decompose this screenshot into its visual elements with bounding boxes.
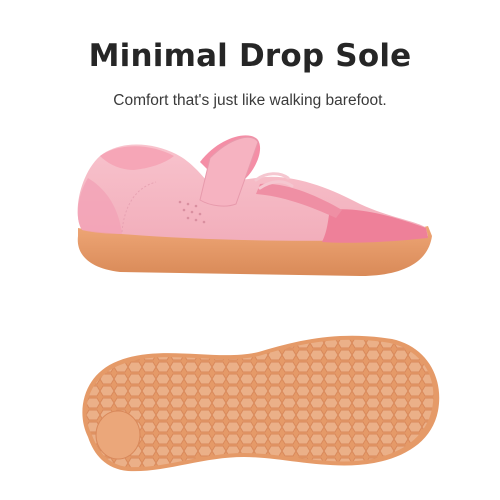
tagline: Comfort that's just like walking barefoo…: [113, 92, 387, 109]
shoe-side-view-icon: [77, 135, 433, 276]
shoe-side-view-image: [60, 118, 440, 288]
shoe-sole-view-icon: [82, 335, 440, 472]
headline: Minimal Drop Sole: [88, 38, 412, 74]
shoe-sole-view-image: [72, 325, 442, 477]
